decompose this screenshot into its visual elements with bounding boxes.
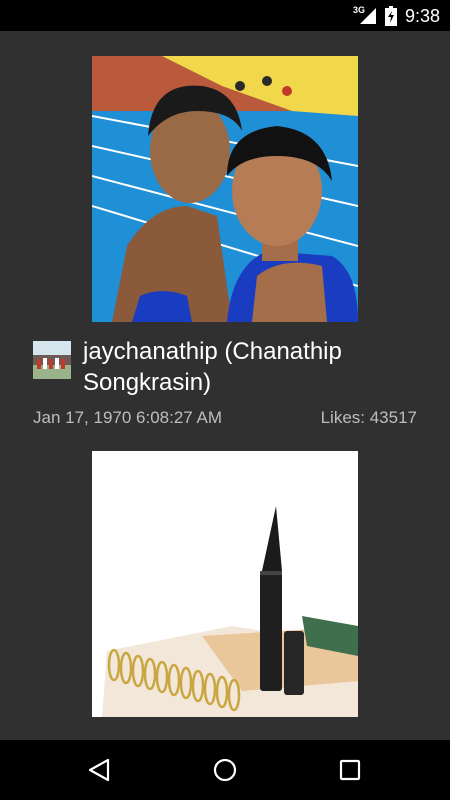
network-type-label: 3G bbox=[352, 5, 365, 15]
post-likes: Likes: 43517 bbox=[320, 408, 417, 427]
back-icon[interactable] bbox=[84, 754, 116, 786]
clock: 9:38 bbox=[404, 5, 440, 26]
recents-icon[interactable] bbox=[334, 754, 366, 786]
navigation-bar bbox=[0, 740, 450, 800]
home-icon[interactable] bbox=[209, 754, 241, 786]
battery-icon bbox=[384, 6, 397, 26]
status-icons: 3G 9:38 bbox=[353, 5, 440, 27]
post-photo[interactable] bbox=[92, 451, 358, 717]
selfie-photo-image bbox=[92, 56, 358, 322]
feed[interactable]: jaychanathip (Chanathip Songkrasin) Jan … bbox=[0, 31, 450, 740]
eyeliner-photo-image bbox=[92, 451, 358, 717]
post-date: Jan 17, 1970 6:08:27 AM bbox=[33, 408, 223, 427]
avatar[interactable] bbox=[33, 341, 71, 379]
post-username[interactable]: jaychanathip (Chanathip Songkrasin) bbox=[83, 336, 423, 398]
avatar-image bbox=[33, 341, 71, 379]
post-photo[interactable] bbox=[92, 56, 358, 322]
status-bar: 3G 9:38 bbox=[0, 0, 450, 31]
